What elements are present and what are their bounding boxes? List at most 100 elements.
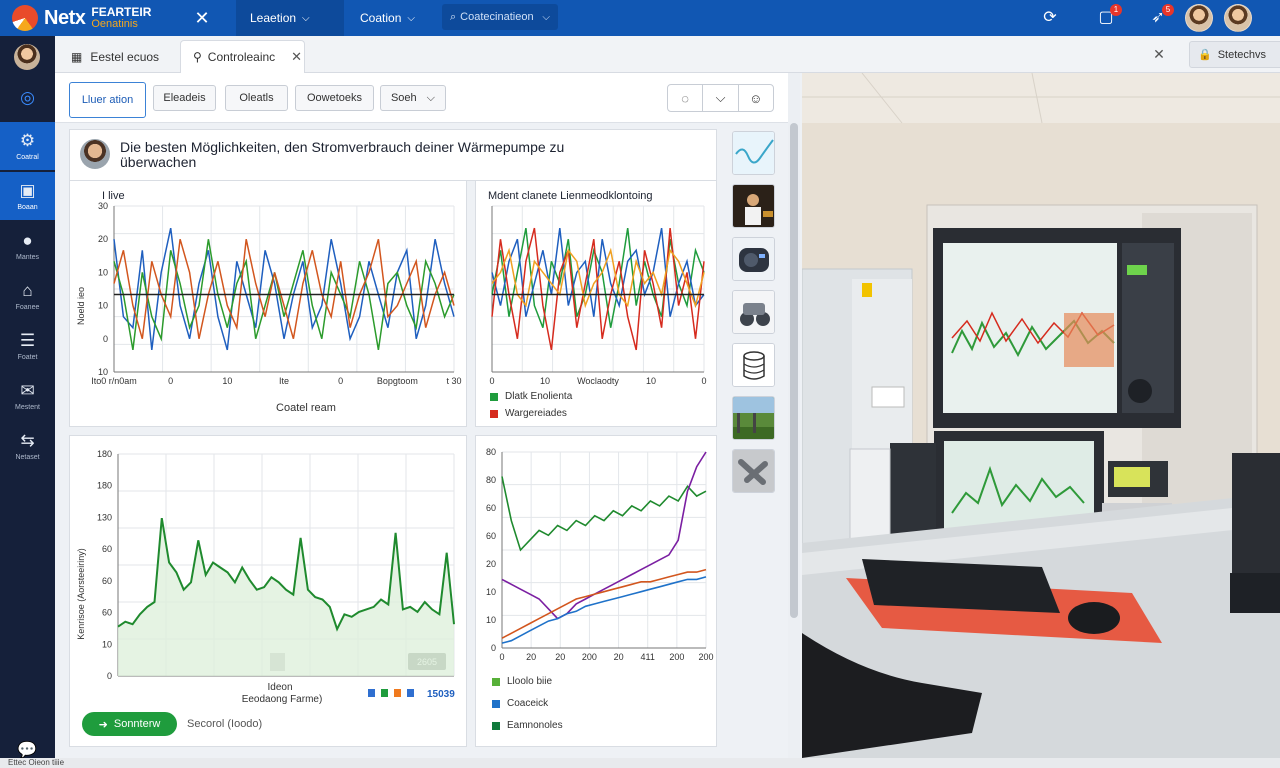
sidebar-item-label: Mantes <box>16 254 39 261</box>
sync-icon[interactable]: ⟳ <box>1038 6 1062 30</box>
y-tick-label: 180 <box>97 449 112 459</box>
person-photo-icon <box>733 185 774 227</box>
y-tick-label: 130 <box>97 512 112 522</box>
legend-swatch <box>492 699 500 708</box>
monitor-icon: ▣ <box>19 181 36 200</box>
database-icon: ☰ <box>19 331 36 350</box>
chart-card-3: Kenrisoe (Aorsteeiriny) Ideon Eeodaong F… <box>69 435 467 747</box>
y-tick-label: 60 <box>102 544 112 554</box>
chevron-down-icon: ⌵ <box>426 91 436 104</box>
x-tick-label: 20 <box>614 652 624 662</box>
tab-events[interactable]: ▦ Eestel ecuos <box>59 40 177 73</box>
sidebar-item-control[interactable]: ⚙ Coatral <box>0 122 55 170</box>
x-tick-label: Woclaodty <box>577 376 619 386</box>
chevron-down-icon[interactable]: ⌵ <box>703 85 739 111</box>
filter-button-live[interactable]: Lluer ation <box>69 82 146 118</box>
arrow-right-icon: ➜ <box>98 718 108 731</box>
sidebar-item-share[interactable]: ⇆ Netaset <box>0 422 55 470</box>
y-tick-label: 20 <box>486 559 496 569</box>
sidebar-item-mail[interactable]: ✉ Mestent <box>0 372 55 420</box>
chart-2-legend-item-2: Wargereiades <box>490 408 567 419</box>
tab-label: Eestel ecuos <box>90 49 160 64</box>
right-panel-selector[interactable]: 🔒 Stetechvs <box>1189 41 1280 68</box>
sidebar-item-home[interactable]: ⌂ Foanee <box>0 272 55 320</box>
sidebar-item-label: Netaset <box>15 454 40 461</box>
heat-pump-icon <box>733 238 774 280</box>
sort-label: Soeh <box>390 92 417 104</box>
thumbnail-field[interactable] <box>732 396 775 440</box>
sidebar-item-label: Mestent <box>15 404 40 411</box>
rocket-icon[interactable]: ➶ 5 <box>1146 4 1174 30</box>
smile-icon[interactable]: ☺ <box>739 85 773 111</box>
chat-icon[interactable]: 💬 <box>14 740 40 759</box>
x-tick-label: 0 <box>489 376 494 386</box>
sidebar-item-database[interactable]: ☰ Foatet <box>0 322 55 370</box>
chevron-down-icon: ⌵ <box>407 12 415 24</box>
series-area <box>118 518 454 676</box>
thumbnail-tool[interactable] <box>732 449 775 493</box>
app-logo[interactable]: Netx FEARTEIR Oenatinis <box>0 0 180 36</box>
sidebar-item-label: Foanee <box>15 304 40 311</box>
sidebar-item-label: Foatet <box>17 354 38 361</box>
thumbnail-device[interactable] <box>732 237 775 281</box>
lock-icon: 🔒 <box>1198 49 1212 61</box>
top-search-field[interactable]: ⌕ Coatecinatieon ⌵ <box>442 4 558 30</box>
filter-button-charts[interactable]: Oleatls <box>225 85 288 111</box>
y-tick-label: 0 <box>103 334 108 344</box>
chart-3-legend-swatch-3 <box>394 689 401 697</box>
chart-1-svg: Noeld ieo Coatel ream 30 20 10 10 0 10 Ito0 r/… <box>76 201 462 414</box>
chart-3-legend-swatch-2 <box>381 689 388 697</box>
close-icon[interactable]: ✕ <box>190 6 214 30</box>
sidebar-item-globe[interactable]: ◎ <box>0 74 55 122</box>
chart-3-xlabel-2: Eeodaong Farme) <box>242 694 323 705</box>
user-avatar-2[interactable] <box>1224 4 1252 32</box>
comment-icon[interactable]: ◌ <box>668 85 704 111</box>
filter-dropdown-sort[interactable]: Soeh ⌵ <box>380 85 446 111</box>
gear-icon: ⚙ <box>19 131 36 150</box>
thumbnail-wave[interactable] <box>732 131 775 175</box>
sidebar-item-mantes[interactable]: ● Mantes <box>0 222 55 270</box>
notification-icon[interactable]: ▢ 1 <box>1094 4 1122 30</box>
x-tick-label: Ite <box>279 376 289 386</box>
x-tick-label: 10 <box>540 376 550 386</box>
action-button-group: ◌ ⌵ ☺ <box>667 84 774 112</box>
chart-card-2: Mdent clanete Lienmeodklontoing 0 10 Wocla… <box>475 180 717 427</box>
logo-name: Netx <box>44 6 86 29</box>
chart-3-ylabel: Kenrisoe (Aorsteeiriny) <box>76 548 86 640</box>
close-panel-icon[interactable]: ✕ <box>1149 46 1169 66</box>
chart-card-1: I live Noeld ieo Coatel ream 30 20 10 10 0 10… <box>69 180 467 427</box>
series-line-1 <box>501 476 707 552</box>
author-avatar[interactable] <box>80 139 110 169</box>
thumbnail-machine[interactable] <box>732 290 775 334</box>
tool-icon <box>733 450 774 492</box>
y-tick-label: 60 <box>102 608 112 618</box>
thumbnail-person[interactable] <box>732 184 775 228</box>
sidebar-avatar[interactable] <box>14 44 40 70</box>
search-icon: ⌕ <box>450 10 457 23</box>
home-icon: ⌂ <box>22 281 33 300</box>
user-avatar-1[interactable] <box>1185 4 1213 32</box>
x-tick-label: 10 <box>646 376 656 386</box>
logo-mark-icon <box>12 5 38 31</box>
tab-control[interactable]: ⚲ Controleainc ✕ <box>180 40 305 73</box>
chevron-down-icon: ⌵ <box>302 12 310 24</box>
start-button[interactable]: ➜ Sonnterw <box>82 712 177 736</box>
mail-icon: ✉ <box>20 381 35 400</box>
circle-icon: ● <box>22 231 33 250</box>
filter-button-overview[interactable]: Oowetoeks <box>295 85 374 111</box>
chart-4-legend-item-3: Eamnonoles <box>492 720 563 731</box>
top-menu-item-2[interactable]: Coation ⌵ <box>346 0 430 36</box>
tab-close-icon[interactable]: ✕ <box>291 49 302 65</box>
sidebar-item-label: Coatral <box>16 154 39 161</box>
filter-button-details[interactable]: Eleadeis <box>153 85 216 111</box>
y-tick-label: 10 <box>486 615 496 625</box>
sidebar-item-monitor[interactable]: ▣ Boaan <box>0 172 55 220</box>
x-tick-label: 0 <box>338 376 343 386</box>
x-tick-label: 200 <box>669 652 684 662</box>
thumbnail-database[interactable] <box>732 343 775 387</box>
top-menu-item-1[interactable]: Leaetion ⌵ <box>236 0 344 36</box>
main-scrollbar-thumb[interactable] <box>790 123 798 618</box>
x-tick-label: 0 <box>499 652 504 662</box>
y-tick-label: 0 <box>107 671 112 681</box>
legend-swatch <box>490 409 498 418</box>
